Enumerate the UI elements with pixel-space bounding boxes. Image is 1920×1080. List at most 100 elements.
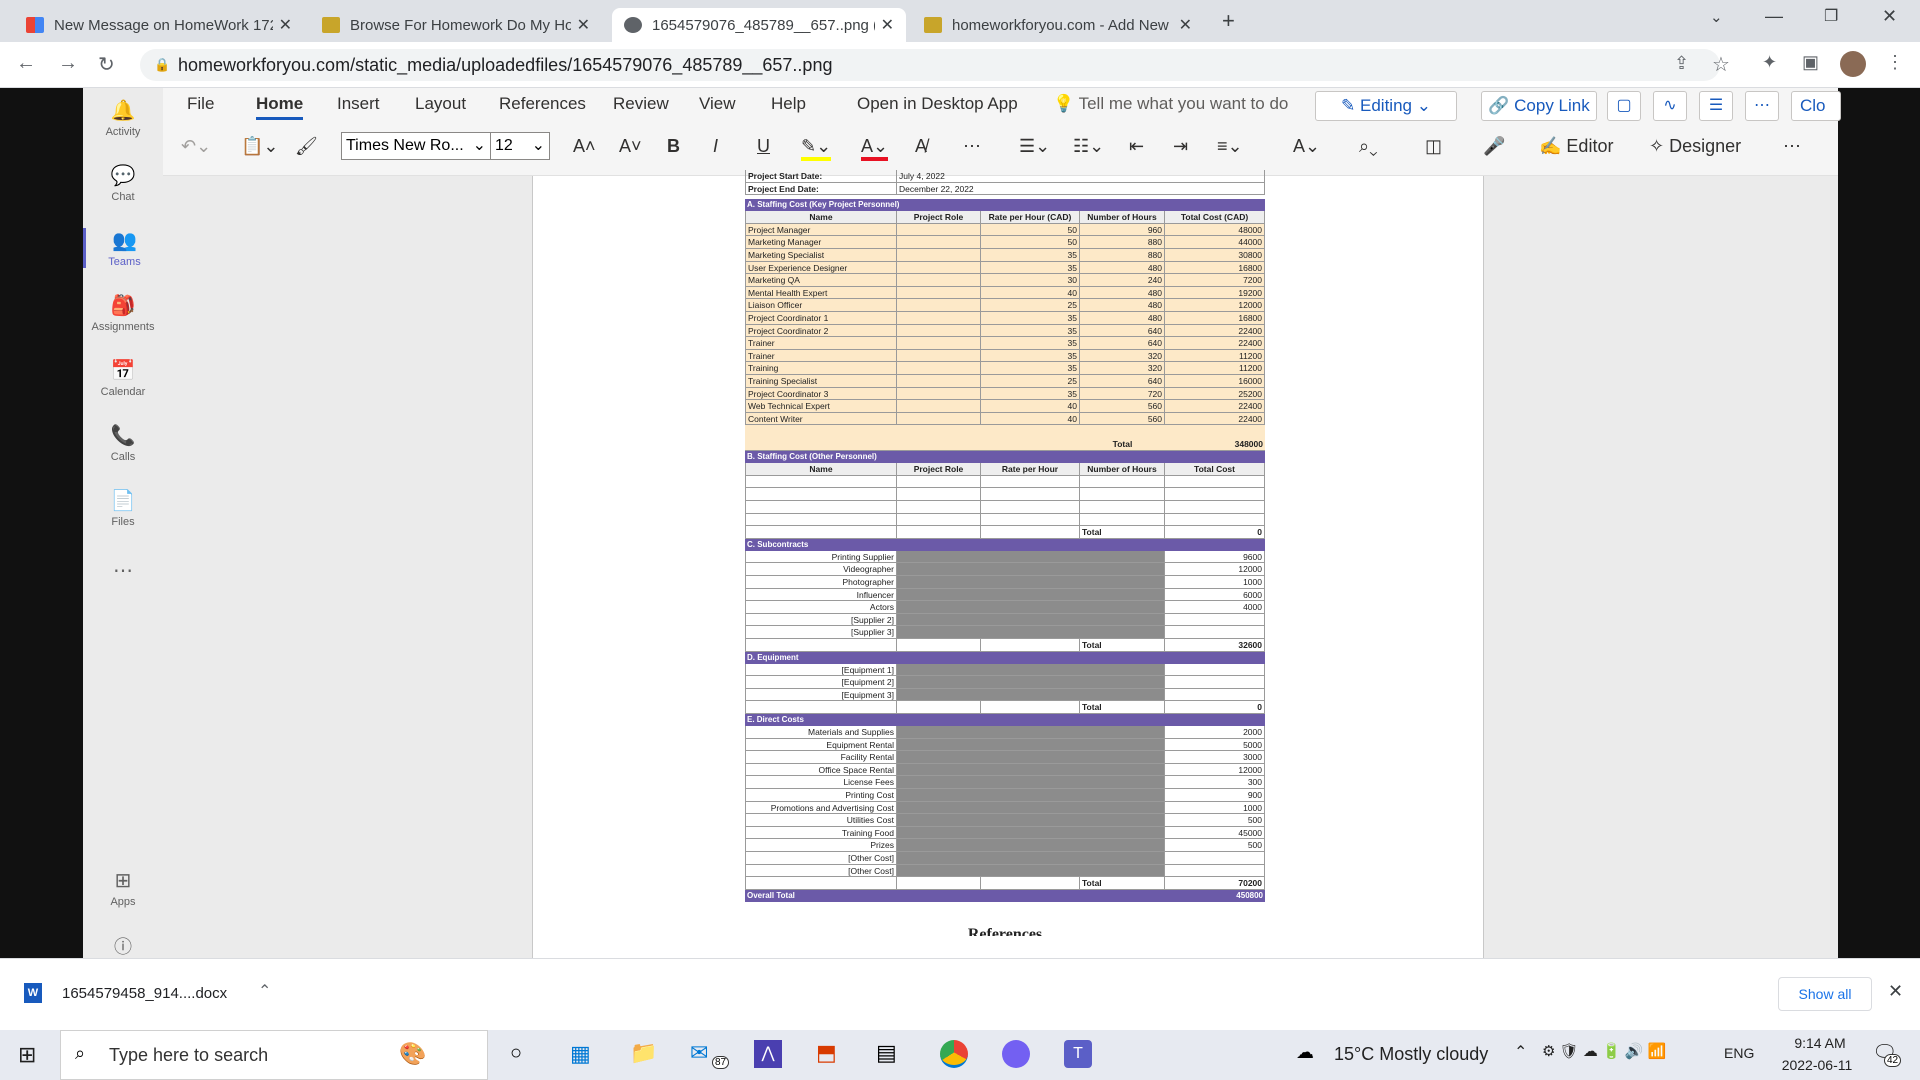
office-icon[interactable]: ⬒ [816, 1040, 837, 1066]
numbering-icon[interactable]: ☷⌄ [1073, 136, 1104, 157]
tray-icons[interactable]: ⚙ 🛡 ☁ 🔋 🔊 📶 [1542, 1042, 1666, 1060]
rail-chat[interactable]: 💬 Chat [83, 163, 163, 203]
close-button[interactable]: Clo [1791, 91, 1841, 121]
rail-assignments[interactable]: 🎒 Assignments [83, 293, 163, 333]
close-window-button[interactable]: ✕ [1882, 6, 1897, 27]
menu-layout[interactable]: Layout [415, 94, 466, 114]
chevron-up-icon[interactable]: ⌃ [258, 981, 271, 1001]
font-color-icon[interactable]: A⌄ [861, 136, 889, 161]
chevron-down-icon: ⌄ [472, 137, 486, 154]
tab-browse-homework[interactable]: Browse For Homework Do My Ho ✕ [310, 8, 602, 42]
activity-icon[interactable]: ∿ [1653, 91, 1687, 121]
format-painter-icon[interactable]: 🖌 [295, 136, 318, 157]
download-item[interactable]: 1654579458_914....docx [62, 985, 227, 1002]
viber-icon[interactable] [1002, 1040, 1030, 1068]
rail-calendar[interactable]: 📅 Calendar [83, 358, 163, 398]
rail-apps[interactable]: ⊞ Apps [83, 868, 163, 908]
url-input[interactable]: 🔒 homeworkforyou.com/static_media/upload… [140, 49, 1720, 81]
teams-taskbar-icon[interactable]: T [1064, 1040, 1092, 1068]
comments-pane-icon[interactable]: ☰ [1699, 91, 1733, 121]
restore-button[interactable]: ❐ [1824, 6, 1838, 26]
ribbon-more-icon[interactable]: ⋯ [1783, 136, 1801, 157]
font-size-select[interactable]: 12 ⌄ [490, 132, 550, 160]
minimize-button[interactable]: — [1765, 6, 1783, 27]
paste-icon[interactable]: 📋⌄ [241, 136, 279, 157]
side-panel-icon[interactable]: ▣ [1802, 52, 1819, 73]
extensions-icon[interactable]: ✦ [1762, 52, 1777, 73]
rail-more-icon[interactable]: ⋯ [83, 558, 163, 583]
shrink-font-icon[interactable]: A˅ [619, 136, 642, 157]
app-icon[interactable]: ⋀ [754, 1040, 782, 1068]
styles-icon[interactable]: A⌄ [1293, 136, 1320, 157]
forward-icon[interactable]: → [58, 52, 78, 75]
dictate-icon[interactable]: 🎤 [1483, 136, 1505, 157]
back-icon[interactable]: ← [16, 52, 36, 75]
file-explorer-icon[interactable]: 📁 [630, 1040, 657, 1066]
close-shelf-icon[interactable]: ✕ [1888, 981, 1903, 1002]
increase-indent-icon[interactable]: ⇥ [1173, 136, 1188, 157]
bold-icon[interactable]: B [667, 136, 680, 157]
open-desktop-app-button[interactable]: Open in Desktop App [857, 94, 1018, 114]
tab-search-icon[interactable]: ⌄ [1710, 8, 1723, 26]
tell-me-search[interactable]: 💡 Tell me what you want to do [1053, 94, 1288, 114]
menu-references[interactable]: References [499, 94, 586, 114]
bullets-icon[interactable]: ☰⌄ [1019, 136, 1050, 157]
font-name-select[interactable]: Times New Ro... ⌄ [341, 132, 491, 160]
app2-icon[interactable]: ▤ [876, 1040, 897, 1066]
find-icon[interactable]: ⌕⌄ [1359, 136, 1378, 157]
tab-gmail[interactable]: New Message on HomeWork 172 ✕ [14, 8, 304, 42]
chrome-icon[interactable] [940, 1040, 968, 1068]
more-font-icon[interactable]: ⋯ [963, 136, 981, 157]
tab-image-active[interactable]: 1654579076_485789__657..png (✕ [612, 8, 906, 42]
align-icon[interactable]: ≡⌄ [1217, 136, 1243, 157]
help-icon[interactable]: ⓘ [83, 933, 163, 959]
mail-icon[interactable]: ✉ [690, 1040, 708, 1066]
clock-time[interactable]: 9:14 AM [1778, 1035, 1862, 1051]
tab-add-new[interactable]: homeworkforyou.com - Add New ✕ [912, 8, 1204, 42]
clock-date[interactable]: 2022-06-11 [1772, 1057, 1862, 1073]
close-icon[interactable]: ✕ [1179, 15, 1192, 35]
undo-icon[interactable]: ↶⌄ [181, 136, 211, 157]
rail-calls[interactable]: 📞 Calls [83, 423, 163, 463]
close-icon[interactable]: ✕ [279, 15, 292, 35]
windows-start-icon[interactable]: ⊞ [18, 1042, 36, 1068]
weather-text[interactable]: 15°C Mostly cloudy [1334, 1044, 1488, 1065]
menu-view[interactable]: View [699, 94, 736, 114]
menu-help[interactable]: Help [771, 94, 806, 114]
language-indicator[interactable]: ENG [1724, 1045, 1754, 1061]
close-icon[interactable]: ✕ [577, 15, 590, 35]
underline-icon[interactable]: U [757, 136, 770, 157]
menu-insert[interactable]: Insert [337, 94, 380, 114]
decrease-indent-icon[interactable]: ⇤ [1129, 136, 1144, 157]
editor-button[interactable]: ✍ Editor [1539, 136, 1613, 157]
store-icon[interactable]: ▦ [570, 1041, 591, 1067]
copy-link-button[interactable]: 🔗 Copy Link [1481, 91, 1597, 121]
taskbar-search-input[interactable]: ⌕ Type here to search 🎨 [60, 1030, 488, 1080]
rail-activity[interactable]: 🔔 Activity [83, 98, 163, 138]
menu-review[interactable]: Review [613, 94, 669, 114]
task-view-icon[interactable]: ○ [510, 1042, 522, 1065]
rail-files[interactable]: 📄 Files [83, 488, 163, 528]
profile-avatar[interactable] [1840, 51, 1866, 77]
show-all-button[interactable]: Show all [1778, 977, 1872, 1011]
menu-kebab-icon[interactable]: ⋮ [1886, 52, 1904, 73]
comment-icon[interactable]: ▢ [1607, 91, 1641, 121]
highlight-icon[interactable]: ✎⌄ [801, 136, 832, 161]
menu-file[interactable]: File [187, 94, 214, 114]
clear-format-icon[interactable]: A̸ [915, 136, 927, 157]
more-options-icon[interactable]: ⋯ [1745, 91, 1779, 121]
tray-chevron-icon[interactable]: ⌃ [1514, 1042, 1527, 1062]
share-icon[interactable]: ⇪ [1674, 53, 1689, 74]
cell-name: [Supplier 2] [745, 613, 897, 626]
rail-teams[interactable]: 👥 Teams [83, 228, 163, 268]
editing-mode-button[interactable]: ✎ Editing ⌄ [1315, 91, 1457, 121]
designer-button[interactable]: ✧ Designer [1649, 136, 1741, 157]
new-tab-button[interactable]: + [1222, 8, 1235, 34]
close-icon[interactable]: ✕ [881, 15, 894, 35]
reload-icon[interactable]: ↻ [98, 52, 115, 77]
grow-font-icon[interactable]: A˄ [573, 136, 596, 157]
bookmark-star-icon[interactable]: ☆ [1712, 52, 1730, 77]
italic-icon[interactable]: I [713, 136, 718, 157]
immersive-reader-icon[interactable]: ◫ [1425, 136, 1442, 157]
menu-home[interactable]: Home [256, 94, 304, 120]
